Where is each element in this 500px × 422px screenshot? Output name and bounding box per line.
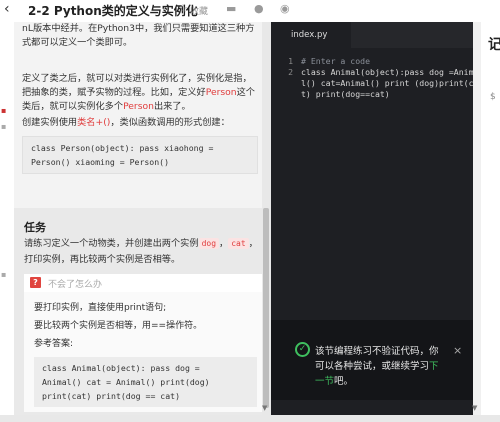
task-title: 任务 — [24, 221, 46, 234]
notice-banner: ✓ 该节编程练习不验证代码，你可以各种尝试，或继续学习下一节吧。 × — [271, 320, 481, 400]
lesson-scroll-thumb[interactable] — [263, 208, 269, 408]
close-icon[interactable]: × — [453, 344, 462, 357]
strip-mark: ▪ — [1, 106, 7, 115]
page-title: 2-2 Python类的定义与实例化 — [28, 4, 198, 18]
star-icon[interactable]: ☆ — [178, 2, 188, 15]
hint-label[interactable]: 不会了怎么办 — [48, 277, 102, 290]
chat-icon[interactable]: ▬ — [226, 2, 236, 15]
hint-header[interactable]: ? 不会了怎么办 — [24, 274, 262, 292]
answer-code: class Animal(object): pass dog = Animal(… — [34, 357, 257, 407]
hint-card: ? 不会了怎么办 要打印实例，直接使用print语句; 要比较两个实例是否相等，… — [24, 274, 262, 412]
strip-mark: ▪ — [1, 270, 7, 279]
question-icon: ? — [30, 277, 41, 288]
task-section: 任务 请练习定义一个动物类，并创建出两个实例 dog， cat， 打印实例，再比较两… — [14, 208, 262, 415]
bell-icon[interactable]: ● — [254, 2, 264, 15]
hint-line: 要比较两个实例是否相等，用==操作符。 — [34, 321, 203, 331]
hint-line: 要打印实例，直接使用print语句; — [34, 303, 167, 313]
tab-index-py[interactable]: index.py — [271, 22, 351, 48]
task-description: 请练习定义一个动物类，并创建出两个实例 dog， cat， 打印实例，再比较两个实例… — [24, 238, 258, 265]
check-circle-icon: ✓ — [295, 342, 310, 357]
scroll-down-icon[interactable]: ▼ — [472, 404, 477, 412]
code-line[interactable]: class Animal(object):pass dog =Animal() … — [301, 67, 479, 100]
intro-text: nL版本中经并。在Python3中，我们只需要知道这三种方 式都可以定义一个类即可… — [22, 23, 255, 48]
line-number: 2 — [288, 67, 293, 77]
header-bar: ‹ 2-2 Python类的定义与实例化 ☆ 收藏 ▬ ● ◉ — [0, 0, 500, 22]
notice-text: 该节编程练习不验证代码，你可以各种尝试，或继续学习下一节吧。 — [315, 346, 439, 387]
line-number: 1 — [288, 56, 293, 66]
code-tag-cat: cat — [228, 238, 249, 249]
editor-tabbar: index.py — [271, 22, 481, 48]
back-arrow-icon[interactable]: ‹ — [4, 1, 10, 17]
instance-paragraph: 定义了类之后，就可以对类进行实例化了，实例化是指， 把抽象的类，赋予实物的过程。… — [22, 73, 255, 112]
editor-scrollbar[interactable] — [473, 22, 481, 415]
code-example: class Person(object): pass xiaohong = Pe… — [22, 136, 258, 174]
code-tag-dog: dog — [198, 238, 220, 249]
weibo-icon[interactable]: ◉ — [280, 2, 290, 15]
left-strip: ▪ ▪ ▪ — [0, 22, 14, 415]
favorite-label[interactable]: 收藏 — [190, 4, 208, 17]
right-panel-text: $ — [490, 92, 496, 102]
right-panel-heading: 记 — [488, 37, 500, 53]
answer-label: 参考答案: — [34, 339, 74, 349]
scroll-down-icon[interactable]: ▼ — [262, 404, 267, 412]
code-editor[interactable]: index.py 1 # Enter a code 2 class Animal… — [271, 22, 481, 415]
bottom-bar — [0, 415, 500, 422]
strip-mark: ▪ — [1, 122, 7, 131]
create-instance-text: 创建实例使用类名+()，类似函数调用的形式创建： — [22, 117, 230, 128]
code-line[interactable]: # Enter a code — [301, 56, 479, 67]
